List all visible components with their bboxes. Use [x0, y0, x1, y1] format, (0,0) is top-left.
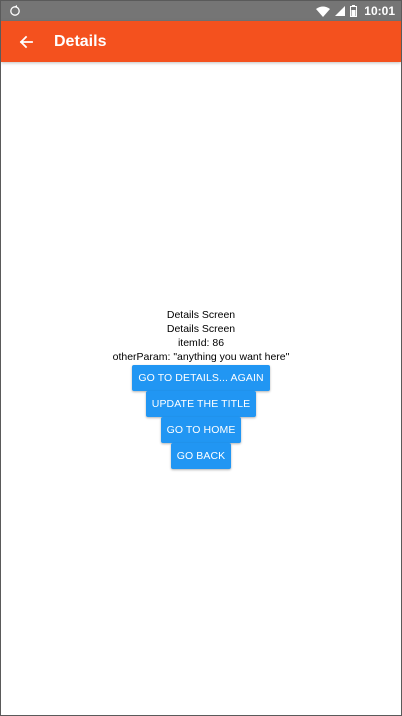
- status-bar: 10:01: [1, 1, 401, 21]
- signal-icon: [335, 6, 346, 16]
- status-time: 10:01: [364, 4, 395, 18]
- go-to-home-button[interactable]: GO TO HOME: [160, 417, 242, 443]
- app-bar: Details: [1, 21, 401, 62]
- other-param-label: otherParam: "anything you want here": [112, 351, 290, 363]
- details-screen-label-2: Details Screen: [166, 323, 236, 335]
- details-content: Details Screen Details Screen itemId: 86…: [1, 308, 401, 469]
- device-screen: 10:01 Details Details Screen Details Scr…: [0, 0, 402, 716]
- item-id-label: itemId: 86: [177, 337, 225, 349]
- go-to-details-again-button[interactable]: GO TO DETAILS... AGAIN: [132, 365, 270, 391]
- arrow-left-icon: [19, 35, 33, 48]
- back-button[interactable]: [7, 21, 45, 62]
- battery-icon: [350, 5, 358, 17]
- status-icons: 10:01: [316, 3, 395, 19]
- sync-icon: [10, 5, 20, 16]
- update-title-button[interactable]: UPDATE THE TITLE: [145, 391, 257, 417]
- page-title: Details: [54, 32, 107, 50]
- wifi-icon: [316, 6, 331, 17]
- details-screen-label: Details Screen: [166, 309, 236, 321]
- go-back-button[interactable]: GO BACK: [170, 443, 232, 469]
